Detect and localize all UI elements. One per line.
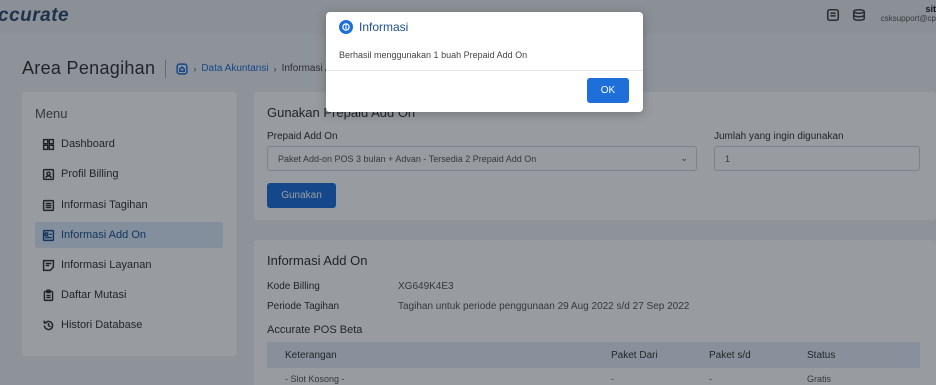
modal-divider — [326, 70, 643, 71]
modal-message: Berhasil menggunakan 1 buah Prepaid Add … — [339, 50, 528, 60]
info-modal: Informasi Berhasil menggunakan 1 buah Pr… — [326, 12, 643, 112]
modal-title: Informasi — [359, 20, 409, 34]
info-icon — [339, 20, 353, 34]
modal-header: Informasi — [339, 20, 408, 34]
ok-button[interactable]: OK — [587, 78, 629, 103]
